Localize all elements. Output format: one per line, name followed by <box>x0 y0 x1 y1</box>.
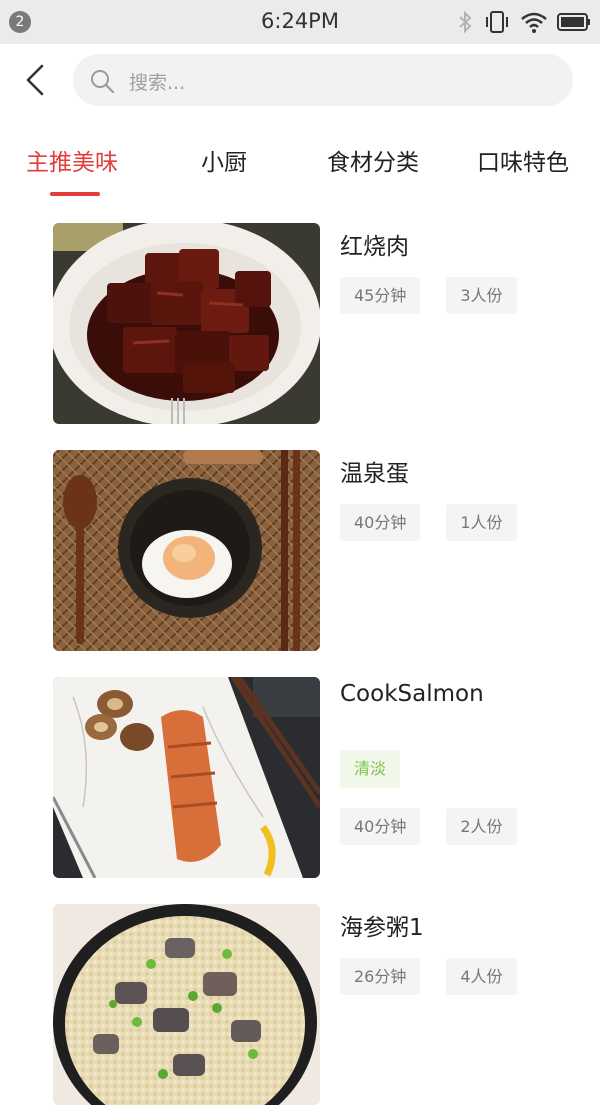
vibrate-icon <box>486 11 508 33</box>
recipe-tags: 26分钟 4人份 <box>340 958 517 995</box>
active-tab-indicator <box>50 192 100 196</box>
bluetooth-icon <box>459 10 472 34</box>
tab-ingredients[interactable]: 食材分类 <box>327 143 419 177</box>
recipe-image <box>53 677 320 878</box>
recipe-card-sea-cucumber-congee[interactable]: 海参粥1 26分钟 4人份 <box>53 904 600 1105</box>
cook-time-tag: 26分钟 <box>340 958 421 995</box>
status-bar: 2 6:24PM <box>0 0 600 44</box>
servings-tag: 1人份 <box>446 504 517 541</box>
cook-time-tag: 40分钟 <box>340 504 421 541</box>
recipe-card-cook-salmon[interactable]: CookSalmon 清淡 40分钟 2人份 <box>53 677 600 878</box>
wifi-icon <box>521 12 547 33</box>
recipe-card-hongshaorou[interactable]: 红烧肉 45分钟 3人份 <box>53 223 600 424</box>
back-icon[interactable] <box>22 62 52 98</box>
servings-tag: 2人份 <box>446 808 517 845</box>
recipe-image <box>53 223 320 424</box>
tab-kitchen[interactable]: 小厨 <box>201 143 247 177</box>
recipe-tags: 40分钟 1人份 <box>340 504 517 541</box>
recipe-title: 温泉蛋 <box>340 461 409 487</box>
cook-time-tag: 40分钟 <box>340 808 421 845</box>
cook-time-tag: 45分钟 <box>340 277 421 314</box>
search-icon <box>91 70 115 94</box>
search-placeholder: 搜索... <box>129 72 186 94</box>
battery-icon <box>557 13 590 31</box>
recipe-tags: 45分钟 3人份 <box>340 277 517 314</box>
recipe-title: 海参粥1 <box>340 915 424 941</box>
tab-recommended[interactable]: 主推美味 <box>26 143 118 177</box>
status-time: 6:24PM <box>261 9 339 33</box>
recipe-image <box>53 904 320 1105</box>
servings-tag: 4人份 <box>446 958 517 995</box>
recipe-tags: 40分钟 2人份 <box>340 808 517 845</box>
flavor-tag: 清淡 <box>340 750 401 788</box>
recipe-card-onsen-egg[interactable]: 温泉蛋 40分钟 1人份 <box>53 450 600 651</box>
tab-flavor[interactable]: 口味特色 <box>477 143 569 177</box>
recipe-title: 红烧肉 <box>340 234 409 260</box>
servings-tag: 3人份 <box>446 277 517 314</box>
search-input[interactable]: 搜索... <box>73 54 573 106</box>
recipe-image <box>53 450 320 651</box>
recipe-title: CookSalmon <box>340 681 484 707</box>
